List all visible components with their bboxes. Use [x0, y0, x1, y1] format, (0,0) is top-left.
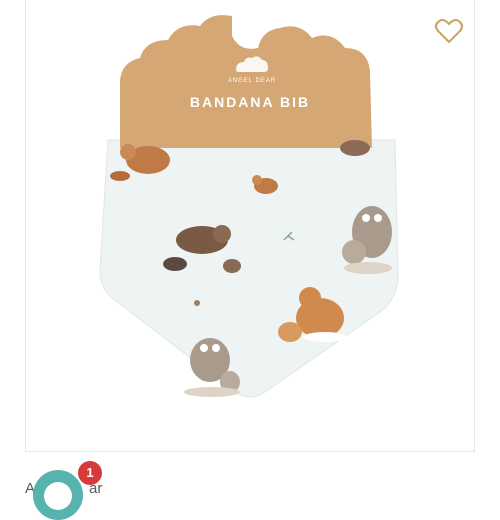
- hanger-hole: [238, 8, 262, 40]
- chat-icon: [44, 482, 72, 510]
- acorn-illustration: [194, 300, 200, 306]
- wishlist-heart-icon[interactable]: [434, 17, 464, 45]
- package-title: BANDANA BIB: [190, 94, 310, 110]
- notification-badge: 1: [78, 461, 102, 485]
- package-brand: ANGEL DEAR: [228, 78, 276, 84]
- squirrel-illustration-3: [340, 140, 370, 156]
- product-image: ANGEL DEAR BANDANA BIB: [99, 8, 399, 398]
